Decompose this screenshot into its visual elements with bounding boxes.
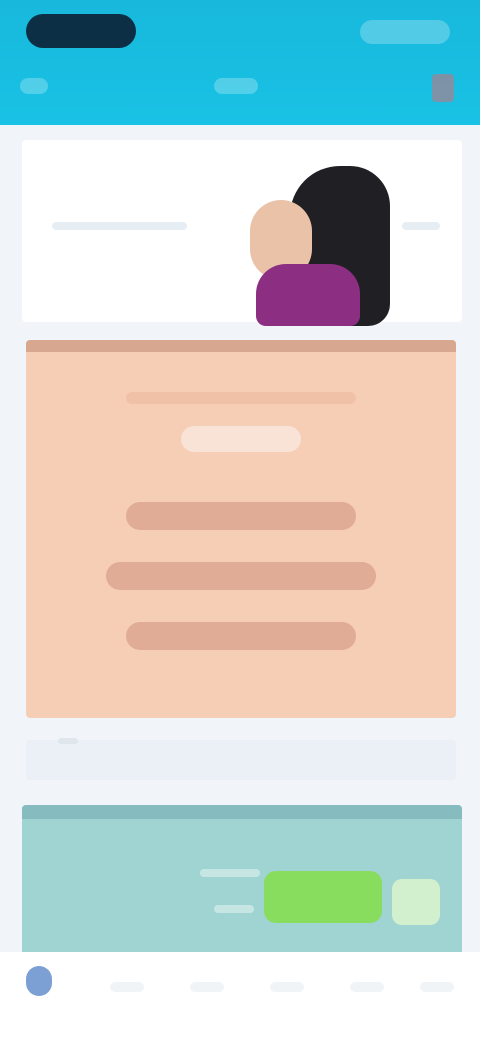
promo-card[interactable]	[26, 340, 456, 718]
photo-shirt-shape	[256, 264, 360, 326]
feature-label-line	[200, 869, 260, 877]
nav-tab[interactable]	[110, 982, 144, 992]
header-nav-item[interactable]	[20, 78, 48, 94]
header-action-area[interactable]	[360, 20, 450, 44]
feature-label-line	[214, 905, 254, 913]
nav-tab[interactable]	[190, 982, 224, 992]
nav-tab[interactable]	[270, 982, 304, 992]
menu-icon[interactable]	[432, 74, 454, 102]
hero-banner[interactable]	[22, 140, 462, 326]
nav-tab[interactable]	[420, 982, 454, 992]
bottom-navigation	[0, 952, 480, 1040]
section-divider	[26, 740, 456, 780]
top-header	[0, 0, 480, 125]
feature-card-top-edge	[22, 805, 462, 819]
promo-badge	[181, 426, 301, 452]
app-logo[interactable]	[26, 14, 136, 48]
banner-caption-secondary	[402, 222, 440, 230]
promo-text-line	[126, 622, 356, 650]
person-photo	[228, 160, 398, 330]
promo-text-line	[106, 562, 376, 590]
small-caption	[58, 738, 78, 744]
promo-text-line	[126, 502, 356, 530]
header-nav-item[interactable]	[214, 78, 258, 94]
banner-caption	[52, 222, 187, 230]
promo-line	[126, 392, 356, 404]
nav-tab[interactable]	[350, 982, 384, 992]
green-action-button[interactable]	[264, 871, 382, 923]
promo-top-strip	[26, 340, 456, 352]
home-icon[interactable]	[26, 966, 52, 996]
feature-card[interactable]	[22, 805, 462, 953]
app-icon[interactable]	[392, 879, 440, 925]
